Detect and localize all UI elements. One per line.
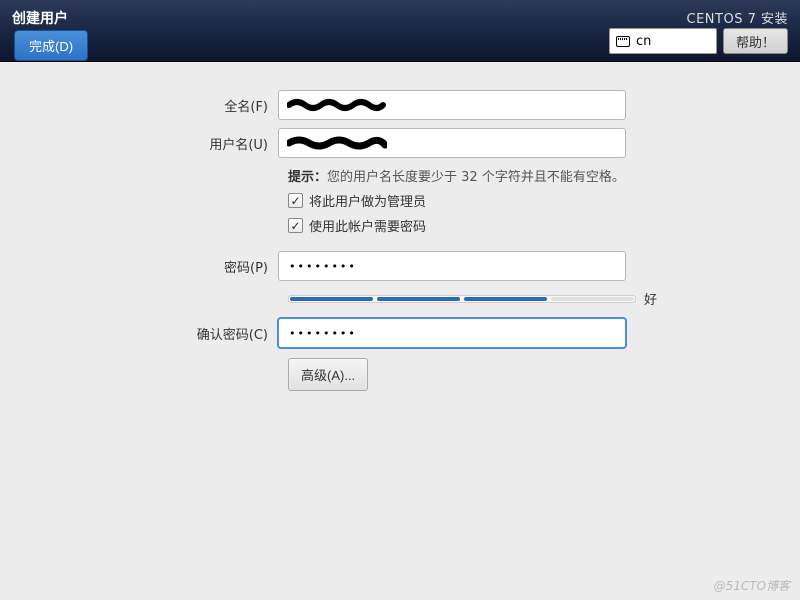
- fullname-row: 全名(F): [80, 90, 710, 120]
- username-label: 用户名(U): [80, 134, 278, 153]
- username-row: 用户名(U): [80, 128, 710, 158]
- password-strength-row: 好: [288, 289, 710, 308]
- require-password-checkbox-label: 使用此帐户需要密码: [309, 216, 426, 235]
- strength-segment: [551, 297, 634, 301]
- keyboard-layout-selector[interactable]: cn: [609, 28, 717, 54]
- keyboard-layout-value: cn: [636, 34, 651, 49]
- admin-checkbox-row: 将此用户做为管理员: [288, 191, 710, 210]
- username-input[interactable]: [278, 128, 626, 158]
- password-input[interactable]: ••••••••: [278, 251, 626, 281]
- page-title: 创建用户: [12, 8, 68, 28]
- password-strength-bar: [288, 295, 636, 303]
- advanced-button[interactable]: 高级(A)...: [288, 358, 368, 391]
- username-hint-row: 提示：您的用户名长度要少于 32 个字符并且不能有空格。: [80, 166, 710, 185]
- header-right: cn 帮助！: [609, 28, 788, 54]
- confirm-password-value: ••••••••: [287, 327, 357, 340]
- fullname-input[interactable]: [278, 90, 626, 120]
- redacted-text: [287, 134, 387, 152]
- password-strength-label: 好: [644, 289, 657, 308]
- hint-body: 您的用户名长度要少于 32 个字符并且不能有空格。: [327, 170, 625, 185]
- advanced-row: 高级(A)...: [288, 358, 710, 391]
- header-bar: 创建用户 完成(D) CENTOS 7 安装 cn 帮助！: [0, 0, 800, 62]
- username-hint: 提示：您的用户名长度要少于 32 个字符并且不能有空格。: [288, 166, 625, 185]
- confirm-password-row: 确认密码(C) ••••••••: [80, 318, 710, 348]
- redacted-text: [287, 97, 387, 113]
- strength-segment: [464, 297, 547, 301]
- password-value: ••••••••: [287, 260, 357, 273]
- require-password-checkbox-row: 使用此帐户需要密码: [288, 216, 710, 235]
- keyboard-icon: [616, 36, 630, 47]
- strength-segment: [290, 297, 373, 301]
- fullname-label: 全名(F): [80, 96, 278, 115]
- strength-segment: [377, 297, 460, 301]
- confirm-password-input[interactable]: ••••••••: [278, 318, 626, 348]
- confirm-password-label: 确认密码(C): [80, 324, 278, 343]
- installer-title: CENTOS 7 安装: [687, 8, 788, 27]
- password-row: 密码(P) ••••••••: [80, 251, 710, 281]
- help-button[interactable]: 帮助！: [723, 28, 788, 54]
- password-label: 密码(P): [80, 257, 278, 276]
- done-button[interactable]: 完成(D): [14, 30, 88, 61]
- watermark: @51CTO博客: [714, 577, 790, 594]
- form-area: 全名(F) 用户名(U) 提示：您的用户名长度要少于 32 个字符并且不能有空格…: [0, 62, 800, 391]
- admin-checkbox-label: 将此用户做为管理员: [309, 191, 426, 210]
- admin-checkbox[interactable]: [288, 193, 303, 208]
- require-password-checkbox[interactable]: [288, 218, 303, 233]
- hint-prefix: 提示：: [288, 170, 327, 185]
